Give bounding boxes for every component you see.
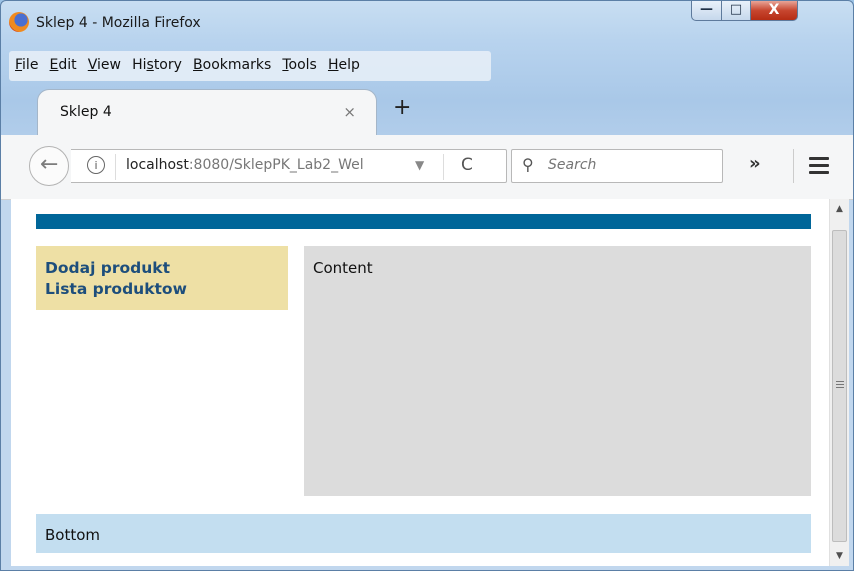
overflow-chevron-icon[interactable]: » — [749, 153, 761, 174]
url-bar[interactable]: i localhost:8080/SklepPK_Lab2_Wel ▼ C — [71, 149, 507, 183]
reload-icon[interactable]: C — [461, 155, 473, 175]
back-button[interactable]: ← — [29, 146, 69, 186]
new-tab-button[interactable]: + — [393, 95, 411, 120]
footer-text: Bottom — [45, 526, 101, 544]
back-arrow-icon: ← — [40, 152, 59, 177]
page-viewport: Dodaj produkt Lista produktow Content Bo… — [11, 199, 829, 566]
close-window-button[interactable]: X — [750, 1, 798, 21]
close-icon: X — [768, 2, 780, 18]
url-host: localhost — [126, 157, 189, 173]
page-content: Content — [304, 246, 811, 496]
grip-icon — [836, 381, 844, 390]
maximize-button[interactable]: □ — [721, 1, 751, 21]
search-box[interactable]: ⚲ — [511, 149, 723, 183]
link-lista-produktow[interactable]: Lista produktow — [45, 279, 288, 300]
scroll-down-icon[interactable]: ▼ — [830, 546, 849, 566]
tab-label: Sklep 4 — [60, 104, 112, 120]
menu-history[interactable]: History — [132, 57, 182, 73]
minimize-button[interactable]: — — [691, 1, 722, 21]
menu-edit[interactable]: Edit — [50, 57, 77, 73]
tab-sklep-4[interactable]: Sklep 4 × — [37, 89, 377, 135]
page-footer: Bottom — [36, 514, 811, 553]
menu-help[interactable]: Help — [328, 57, 360, 73]
menu-bookmarks[interactable]: Bookmarks — [193, 57, 271, 73]
tab-close-icon[interactable]: × — [343, 103, 356, 121]
firefox-window: Sklep 4 - Mozilla Firefox — □ X File Edi… — [0, 0, 854, 571]
menu-tools[interactable]: Tools — [282, 57, 317, 73]
menu-bar: File Edit View History Bookmarks Tools H… — [9, 51, 491, 81]
scroll-up-icon[interactable]: ▲ — [830, 199, 849, 219]
tab-strip: Sklep 4 × + — [1, 89, 853, 135]
title-bar: Sklep 4 - Mozilla Firefox — □ X — [1, 1, 853, 45]
link-dodaj-produkt[interactable]: Dodaj produkt — [45, 258, 288, 279]
window-title: Sklep 4 - Mozilla Firefox — [36, 15, 201, 31]
page-header-bar — [36, 214, 811, 229]
content-text: Content — [313, 259, 373, 277]
info-icon[interactable]: i — [87, 156, 105, 174]
vertical-scrollbar[interactable]: ▲ ▼ — [829, 199, 849, 566]
menu-file[interactable]: File — [15, 57, 38, 73]
url-dropdown-icon[interactable]: ▼ — [415, 158, 424, 172]
url-path: :8080/SklepPK_Lab2_Wel — [188, 157, 364, 173]
toolbar-divider — [793, 149, 794, 183]
navigation-toolbar: ← i localhost:8080/SklepPK_Lab2_Wel ▼ C … — [1, 135, 853, 200]
url-divider — [115, 154, 116, 180]
search-icon: ⚲ — [522, 155, 534, 174]
minimize-icon: — — [700, 2, 713, 17]
scrollbar-thumb[interactable] — [832, 230, 847, 542]
menu-view[interactable]: View — [88, 57, 121, 73]
search-input[interactable] — [546, 156, 710, 174]
firefox-logo-icon — [9, 12, 29, 32]
maximize-icon: □ — [729, 2, 743, 17]
url-divider-2 — [443, 154, 444, 180]
hamburger-icon[interactable] — [809, 157, 829, 178]
page-menu: Dodaj produkt Lista produktow — [36, 246, 288, 310]
url-text[interactable]: localhost:8080/SklepPK_Lab2_Wel — [126, 157, 426, 173]
